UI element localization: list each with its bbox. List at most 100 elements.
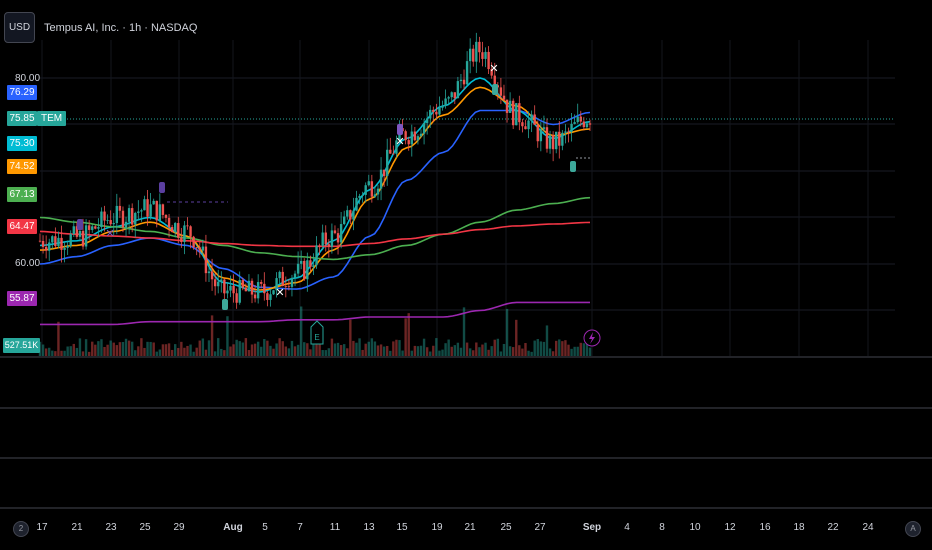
candle-body <box>94 226 97 229</box>
time-label: 29 <box>173 522 185 533</box>
candle-body <box>235 293 238 303</box>
candle-body <box>438 107 441 115</box>
volume-bar <box>198 340 201 356</box>
volume-bar <box>164 344 168 356</box>
candle-body <box>435 111 438 115</box>
candle-body <box>272 290 275 295</box>
volume-bar <box>238 341 241 356</box>
volume-bar <box>352 340 355 356</box>
time-label: 13 <box>363 522 375 533</box>
candle-body <box>152 200 155 205</box>
time-label: 25 <box>139 522 151 533</box>
candle-body <box>260 282 263 284</box>
time-axis[interactable]: 2 17 21 23 25 29 Aug 5 7 11 13 15 19 21 25 27 Sep 4 8 10 12… <box>0 516 932 550</box>
time-label: 8 <box>659 522 665 533</box>
candle-body <box>63 247 66 250</box>
candle-body <box>177 223 180 238</box>
volume-bar <box>508 346 512 356</box>
candle-body <box>456 81 460 99</box>
volume-bar <box>303 342 306 356</box>
candle-body <box>355 197 358 211</box>
time-label: 22 <box>827 522 839 533</box>
volume-bar <box>170 349 174 356</box>
candle-body <box>585 123 589 128</box>
volume-bar <box>339 345 343 356</box>
candle-body <box>241 280 244 288</box>
candle-body <box>54 236 57 247</box>
go-to-date-button[interactable]: 2 <box>13 521 29 537</box>
candle-body <box>336 233 340 243</box>
volume-bar <box>438 350 441 356</box>
volume-bar <box>48 347 51 356</box>
candle-body <box>106 220 109 221</box>
volume-bar <box>398 340 401 356</box>
volume-bar <box>349 319 352 356</box>
volume-bar <box>392 341 395 356</box>
candle-body <box>118 205 122 211</box>
volume-bar <box>373 341 377 356</box>
time-label: 18 <box>793 522 805 533</box>
candle-body <box>91 226 94 230</box>
volume-bar <box>143 347 146 356</box>
candle-body <box>253 294 257 299</box>
volume-bar <box>278 338 281 356</box>
volume-bar <box>189 344 192 356</box>
candle-body <box>244 287 248 292</box>
candle-body <box>167 217 171 228</box>
volume-bar <box>137 346 140 356</box>
dividend-lightning-icon[interactable] <box>583 329 601 347</box>
volume-bar <box>579 342 582 356</box>
volume-bar <box>499 351 503 356</box>
candle-body <box>453 92 457 99</box>
candle-body <box>149 204 152 217</box>
candle-body <box>536 124 539 142</box>
candle-body <box>370 181 374 197</box>
candle-body <box>468 48 472 62</box>
volume-bar <box>306 343 309 356</box>
volume-bar <box>309 349 312 356</box>
candle-body <box>51 236 54 243</box>
candle-body <box>115 205 119 224</box>
candle-body <box>263 283 266 294</box>
volume-bar <box>75 347 79 356</box>
time-label: 24 <box>862 522 874 533</box>
volume-bar <box>530 351 533 356</box>
volume-bar <box>253 343 257 356</box>
candle-body <box>548 135 552 149</box>
volume-bar <box>177 348 180 356</box>
candle-body <box>413 131 417 141</box>
volume-bar <box>146 341 149 356</box>
candle-body <box>81 230 85 247</box>
candle-body <box>306 260 309 280</box>
candle-body <box>201 246 205 251</box>
volume-bar <box>121 342 125 356</box>
symbol-title[interactable]: Tempus AI, Inc. · 1h · NASDAQ <box>44 22 197 34</box>
volume-bar <box>472 350 475 356</box>
candle-body <box>327 244 331 247</box>
volume-bar <box>333 343 337 356</box>
candle-body <box>318 245 321 247</box>
price-label: 60.00 <box>15 258 41 269</box>
candle-body <box>376 188 380 195</box>
volume-bar <box>465 342 469 356</box>
volume-bar <box>63 350 66 356</box>
candle-body <box>303 260 306 280</box>
candle-body <box>207 271 211 274</box>
earnings-icon[interactable]: E <box>310 320 324 345</box>
volume-bar <box>91 341 94 356</box>
candle-body <box>204 246 208 274</box>
volume-bar <box>195 347 198 356</box>
candle-body <box>570 123 573 132</box>
candle-body <box>324 232 327 245</box>
price-chart[interactable]: ✕ ✕ ✕ ✕ E <box>0 0 932 550</box>
volume-bar <box>41 344 45 356</box>
volume-bar <box>272 348 275 356</box>
auto-scale-button[interactable]: A <box>905 521 921 537</box>
currency-button[interactable]: USD <box>4 12 35 43</box>
candle-body <box>170 227 174 233</box>
volume-bar <box>364 343 367 356</box>
volume-bar <box>78 338 82 356</box>
volume-bar <box>149 341 152 356</box>
candle-body <box>220 279 223 282</box>
volume-bar <box>453 345 457 356</box>
